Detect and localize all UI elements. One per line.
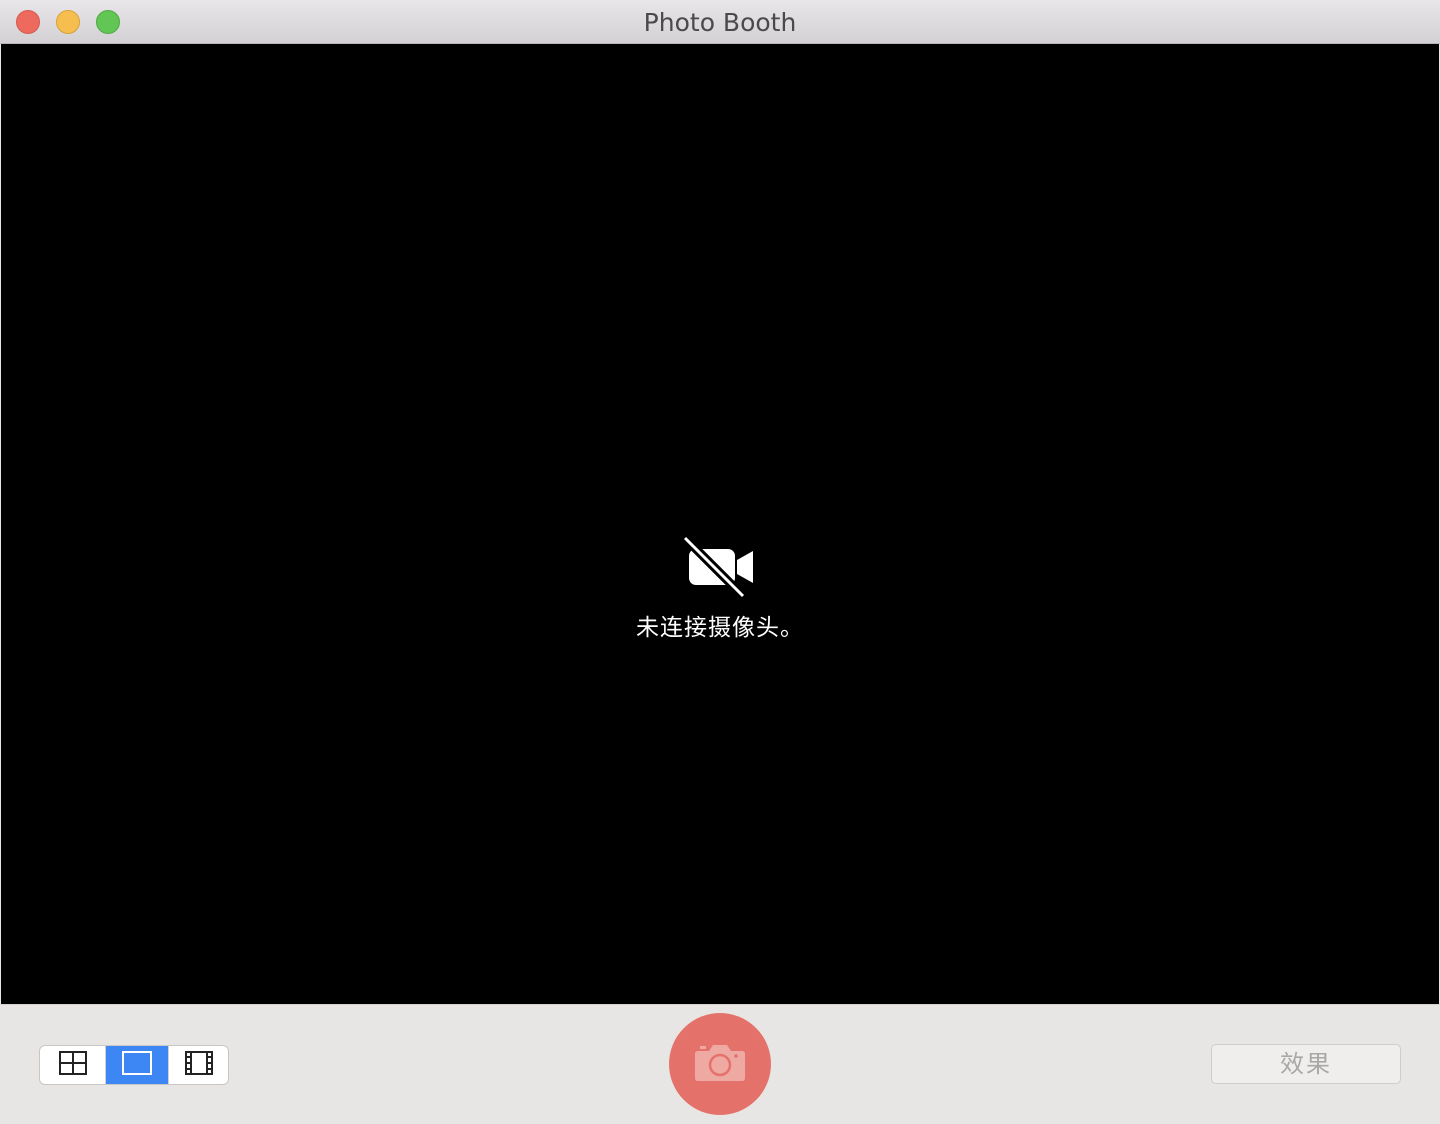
four-photo-layout-button[interactable] [40, 1046, 106, 1084]
effects-button[interactable]: 效果 [1211, 1044, 1401, 1084]
video-camera-slash-icon [681, 534, 759, 600]
window-title: Photo Booth [643, 8, 797, 37]
no-camera-message: 未连接摄像头。 [636, 615, 804, 641]
single-frame-icon [122, 1051, 152, 1079]
camera-preview: 未连接摄像头。 [1, 44, 1439, 1004]
single-photo-layout-button[interactable] [106, 1046, 168, 1084]
title-bar[interactable]: Photo Booth [0, 0, 1440, 44]
film-strip-icon [184, 1051, 213, 1079]
video-layout-button[interactable] [168, 1046, 228, 1084]
photo-booth-window: Photo Booth 未连接摄像头。 效果 [0, 0, 1440, 1124]
layout-selector [39, 1045, 229, 1085]
bottom-toolbar: 效果 [0, 1004, 1440, 1124]
take-photo-button[interactable] [669, 1013, 771, 1115]
no-camera-notice: 未连接摄像头。 [1, 534, 1439, 642]
camera-icon [694, 1042, 746, 1086]
grid-2x2-icon [58, 1051, 87, 1079]
